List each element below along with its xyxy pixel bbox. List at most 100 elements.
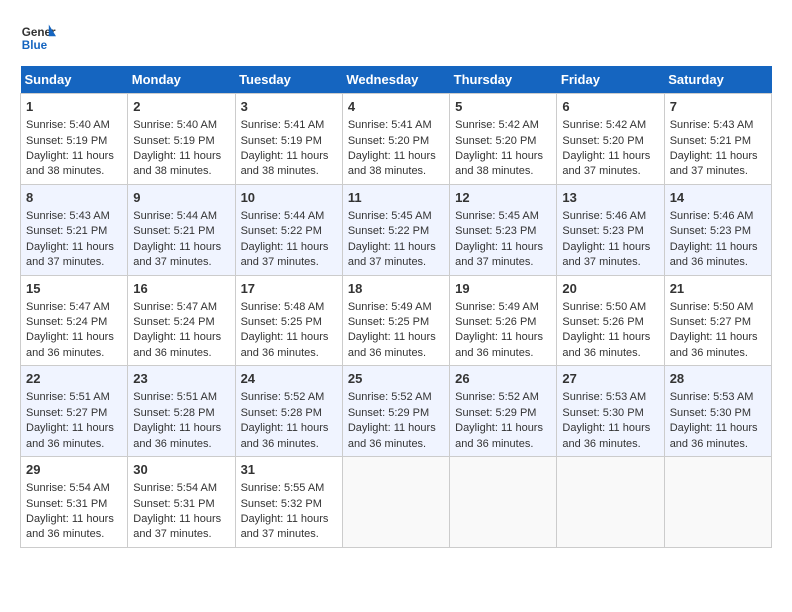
calendar-header-row: SundayMondayTuesdayWednesdayThursdayFrid… — [21, 66, 772, 94]
page-header: General Blue — [20, 20, 772, 56]
daylight-text: Daylight: 11 hours and 36 minutes. — [26, 513, 114, 540]
calendar-cell: 9 Sunrise: 5:44 AM Sunset: 5:21 PM Daylight… — [128, 184, 235, 275]
day-number: 7 — [670, 98, 766, 116]
daylight-text: Daylight: 11 hours and 36 minutes. — [562, 331, 650, 358]
day-number: 1 — [26, 98, 122, 116]
daylight-text: Daylight: 11 hours and 36 minutes. — [562, 422, 650, 449]
calendar-week-row: 1 Sunrise: 5:40 AM Sunset: 5:19 PM Daylight… — [21, 94, 772, 185]
sunset-text: Sunset: 5:21 PM — [26, 225, 107, 237]
day-number: 30 — [133, 461, 229, 479]
sunrise-text: Sunrise: 5:54 AM — [26, 482, 110, 494]
calendar-cell: 3Sunrise: 5:41 AMSunset: 5:19 PMDaylight… — [235, 94, 342, 185]
calendar-cell: 12 Sunrise: 5:45 AM Sunset: 5:23 PM Dayligh… — [450, 184, 557, 275]
sunrise-text: Sunrise: 5:53 AM — [562, 391, 646, 403]
sunset-text: Sunset: 5:21 PM — [670, 135, 751, 147]
calendar-cell — [450, 457, 557, 548]
daylight-text: Daylight: 11 hours and 37 minutes. — [133, 241, 221, 268]
calendar-week-row: 29Sunrise: 5:54 AMSunset: 5:31 PMDayligh… — [21, 457, 772, 548]
sunrise-text: Sunrise: 5:54 AM — [133, 482, 217, 494]
day-number: 20 — [562, 280, 658, 298]
calendar-cell: 28Sunrise: 5:53 AMSunset: 5:30 PMDayligh… — [664, 366, 771, 457]
daylight-text: Daylight: 11 hours and 37 minutes. — [562, 150, 650, 177]
sunrise-text: Sunrise: 5:51 AM — [26, 391, 110, 403]
daylight-text: Daylight: 11 hours and 36 minutes. — [348, 422, 436, 449]
sunset-text: Sunset: 5:24 PM — [26, 316, 107, 328]
sunrise-text: Sunrise: 5:43 AM — [26, 210, 110, 222]
sunrise-text: Sunrise: 5:45 AM — [455, 210, 539, 222]
calendar-cell: 2Sunrise: 5:40 AMSunset: 5:19 PMDaylight… — [128, 94, 235, 185]
calendar-cell: 30Sunrise: 5:54 AMSunset: 5:31 PMDayligh… — [128, 457, 235, 548]
column-header-tuesday: Tuesday — [235, 66, 342, 94]
sunset-text: Sunset: 5:31 PM — [26, 498, 107, 510]
day-number: 17 — [241, 280, 337, 298]
sunset-text: Sunset: 5:25 PM — [241, 316, 322, 328]
column-header-friday: Friday — [557, 66, 664, 94]
sunset-text: Sunset: 5:27 PM — [26, 407, 107, 419]
day-number: 31 — [241, 461, 337, 479]
sunrise-text: Sunrise: 5:52 AM — [241, 391, 325, 403]
calendar-cell: 13Sunrise: 5:46 AMSunset: 5:23 PMDayligh… — [557, 184, 664, 275]
daylight-text: Daylight: 11 hours and 36 minutes. — [133, 331, 221, 358]
sunrise-text: Sunrise: 5:40 AM — [133, 119, 217, 131]
daylight-text: Daylight: 11 hours and 37 minutes. — [455, 241, 543, 268]
daylight-text: Daylight: 11 hours and 38 minutes. — [455, 150, 543, 177]
day-number: 15 — [26, 280, 122, 298]
day-number: 21 — [670, 280, 766, 298]
sunrise-text: Sunrise: 5:43 AM — [670, 119, 754, 131]
daylight-text: Daylight: 11 hours and 36 minutes. — [455, 331, 543, 358]
sunrise-text: Sunrise: 5:44 AM — [241, 210, 325, 222]
sunrise-text: Sunrise: 5:41 AM — [348, 119, 432, 131]
sunrise-text: Sunrise: 5:47 AM — [133, 301, 217, 313]
sunrise-text: Sunrise: 5:48 AM — [241, 301, 325, 313]
sunrise-text: Sunrise: 5:49 AM — [455, 301, 539, 313]
sunset-text: Sunset: 5:23 PM — [562, 225, 643, 237]
day-number: 12 — [455, 189, 551, 207]
sunset-text: Sunset: 5:31 PM — [133, 498, 214, 510]
calendar-cell: 25Sunrise: 5:52 AMSunset: 5:29 PMDayligh… — [342, 366, 449, 457]
calendar-cell: 6Sunrise: 5:42 AMSunset: 5:20 PMDaylight… — [557, 94, 664, 185]
sunset-text: Sunset: 5:30 PM — [670, 407, 751, 419]
calendar-cell: 8Sunrise: 5:43 AMSunset: 5:21 PMDaylight… — [21, 184, 128, 275]
sunset-text: Sunset: 5:19 PM — [133, 135, 214, 147]
calendar-cell: 5Sunrise: 5:42 AMSunset: 5:20 PMDaylight… — [450, 94, 557, 185]
column-header-monday: Monday — [128, 66, 235, 94]
sunset-text: Sunset: 5:21 PM — [133, 225, 214, 237]
calendar-cell: 20Sunrise: 5:50 AMSunset: 5:26 PMDayligh… — [557, 275, 664, 366]
sunrise-text: Sunrise: 5:49 AM — [348, 301, 432, 313]
sunset-text: Sunset: 5:26 PM — [562, 316, 643, 328]
column-header-wednesday: Wednesday — [342, 66, 449, 94]
calendar-cell: 23Sunrise: 5:51 AMSunset: 5:28 PMDayligh… — [128, 366, 235, 457]
sunrise-text: Sunrise: 5:45 AM — [348, 210, 432, 222]
calendar-cell: 18Sunrise: 5:49 AMSunset: 5:25 PMDayligh… — [342, 275, 449, 366]
daylight-text: Daylight: 11 hours and 37 minutes. — [241, 513, 329, 540]
sunset-text: Sunset: 5:29 PM — [348, 407, 429, 419]
sunset-text: Sunset: 5:23 PM — [455, 225, 536, 237]
calendar-cell: 29Sunrise: 5:54 AMSunset: 5:31 PMDayligh… — [21, 457, 128, 548]
daylight-text: Daylight: 11 hours and 36 minutes. — [241, 422, 329, 449]
daylight-text: Daylight: 11 hours and 37 minutes. — [670, 150, 758, 177]
sunset-text: Sunset: 5:28 PM — [241, 407, 322, 419]
calendar-cell: 14Sunrise: 5:46 AMSunset: 5:23 PMDayligh… — [664, 184, 771, 275]
calendar-cell: 1Sunrise: 5:40 AMSunset: 5:19 PMDaylight… — [21, 94, 128, 185]
day-number: 25 — [348, 370, 444, 388]
sunset-text: Sunset: 5:25 PM — [348, 316, 429, 328]
day-number: 11 — [348, 189, 444, 207]
day-number: 24 — [241, 370, 337, 388]
day-number: 19 — [455, 280, 551, 298]
calendar-cell: 16Sunrise: 5:47 AMSunset: 5:24 PMDayligh… — [128, 275, 235, 366]
sunset-text: Sunset: 5:23 PM — [670, 225, 751, 237]
sunset-text: Sunset: 5:22 PM — [348, 225, 429, 237]
sunset-text: Sunset: 5:20 PM — [455, 135, 536, 147]
sunrise-text: Sunrise: 5:40 AM — [26, 119, 110, 131]
calendar-cell: 27Sunrise: 5:53 AMSunset: 5:30 PMDayligh… — [557, 366, 664, 457]
calendar-cell: 21Sunrise: 5:50 AMSunset: 5:27 PMDayligh… — [664, 275, 771, 366]
calendar-cell — [342, 457, 449, 548]
column-header-sunday: Sunday — [21, 66, 128, 94]
calendar-cell — [664, 457, 771, 548]
day-number: 9 — [133, 189, 229, 207]
sunset-text: Sunset: 5:32 PM — [241, 498, 322, 510]
daylight-text: Daylight: 11 hours and 36 minutes. — [26, 422, 114, 449]
svg-text:Blue: Blue — [22, 39, 48, 52]
sunrise-text: Sunrise: 5:44 AM — [133, 210, 217, 222]
sunset-text: Sunset: 5:30 PM — [562, 407, 643, 419]
